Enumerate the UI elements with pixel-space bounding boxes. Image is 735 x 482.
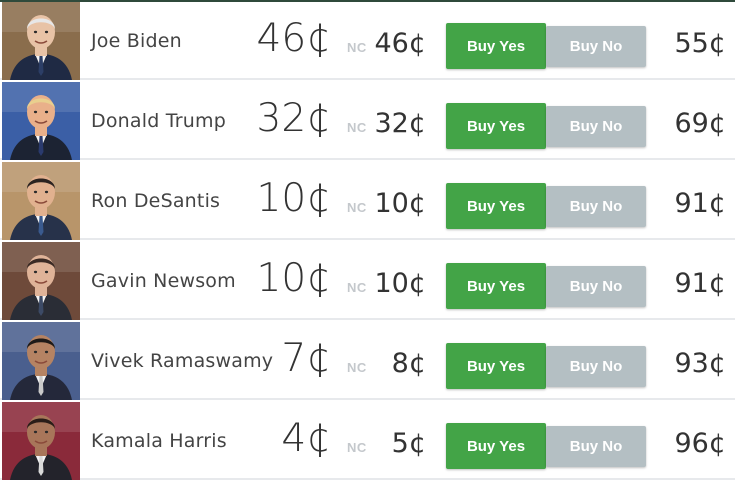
no-change-indicator: NC — [347, 360, 367, 375]
contract-row: Vivek Ramaswamy 7¢ NC 8¢ Buy Yes Buy No … — [0, 322, 735, 400]
contract-row: Gavin Newsom 10¢ NC 10¢ Buy Yes Buy No 9… — [0, 242, 735, 320]
buy-yes-button[interactable]: Buy Yes — [446, 423, 546, 469]
best-no-price: 96¢ — [674, 428, 726, 459]
buy-no-button[interactable]: Buy No — [546, 106, 646, 147]
candidate-portrait-icon — [2, 82, 80, 160]
buy-yes-button[interactable]: Buy Yes — [446, 263, 546, 309]
last-trade-price: 46¢ — [374, 28, 426, 59]
candidate-name: Vivek Ramaswamy — [91, 350, 274, 372]
best-yes-price: 46¢ — [256, 16, 331, 61]
candidate-name: Kamala Harris — [91, 430, 227, 452]
buy-no-button[interactable]: Buy No — [546, 346, 646, 387]
best-yes-price: 10¢ — [256, 176, 331, 221]
no-change-indicator: NC — [347, 40, 367, 55]
no-change-indicator: NC — [347, 440, 367, 455]
buy-yes-button[interactable]: Buy Yes — [446, 183, 546, 229]
buy-no-button[interactable]: Buy No — [546, 186, 646, 227]
last-trade-price: 32¢ — [374, 108, 426, 139]
contract-row: Donald Trump 32¢ NC 32¢ Buy Yes Buy No 6… — [0, 82, 735, 160]
candidate-photo — [2, 242, 80, 320]
best-no-price: 91¢ — [674, 268, 726, 299]
last-trade-price: 5¢ — [391, 428, 426, 459]
candidate-portrait-icon — [2, 322, 80, 400]
last-trade-price: 8¢ — [391, 348, 426, 379]
candidate-photo — [2, 82, 80, 160]
best-yes-price: 10¢ — [256, 256, 331, 301]
buy-no-button[interactable]: Buy No — [546, 26, 646, 67]
no-change-indicator: NC — [347, 200, 367, 215]
contract-row: Ron DeSantis 10¢ NC 10¢ Buy Yes Buy No 9… — [0, 162, 735, 240]
candidate-portrait-icon — [2, 162, 80, 240]
best-no-price: 93¢ — [674, 348, 726, 379]
candidate-portrait-icon — [2, 2, 80, 80]
contract-row: Joe Biden 46¢ NC 46¢ Buy Yes Buy No 55¢ — [0, 2, 735, 80]
buy-yes-button[interactable]: Buy Yes — [446, 23, 546, 69]
no-change-indicator: NC — [347, 120, 367, 135]
candidate-name: Gavin Newsom — [91, 270, 236, 292]
candidate-name: Joe Biden — [91, 30, 182, 52]
candidate-name: Ron DeSantis — [91, 190, 221, 212]
buy-yes-button[interactable]: Buy Yes — [446, 343, 546, 389]
best-no-price: 55¢ — [674, 28, 726, 59]
best-no-price: 91¢ — [674, 188, 726, 219]
candidate-photo — [2, 2, 80, 80]
best-yes-price: 32¢ — [256, 96, 331, 141]
best-yes-price: 7¢ — [281, 336, 331, 381]
last-trade-price: 10¢ — [374, 188, 426, 219]
candidate-photo — [2, 402, 80, 480]
candidate-portrait-icon — [2, 402, 80, 480]
buy-no-button[interactable]: Buy No — [546, 426, 646, 467]
buy-no-button[interactable]: Buy No — [546, 266, 646, 307]
best-yes-price: 4¢ — [281, 416, 331, 461]
last-trade-price: 10¢ — [374, 268, 426, 299]
no-change-indicator: NC — [347, 280, 367, 295]
prediction-market-table: Joe Biden 46¢ NC 46¢ Buy Yes Buy No 55¢ … — [0, 0, 735, 482]
candidate-photo — [2, 322, 80, 400]
candidate-photo — [2, 162, 80, 240]
contract-row: Kamala Harris 4¢ NC 5¢ Buy Yes Buy No 96… — [0, 402, 735, 480]
candidate-portrait-icon — [2, 242, 80, 320]
best-no-price: 69¢ — [674, 108, 726, 139]
buy-yes-button[interactable]: Buy Yes — [446, 103, 546, 149]
candidate-name: Donald Trump — [91, 110, 226, 132]
